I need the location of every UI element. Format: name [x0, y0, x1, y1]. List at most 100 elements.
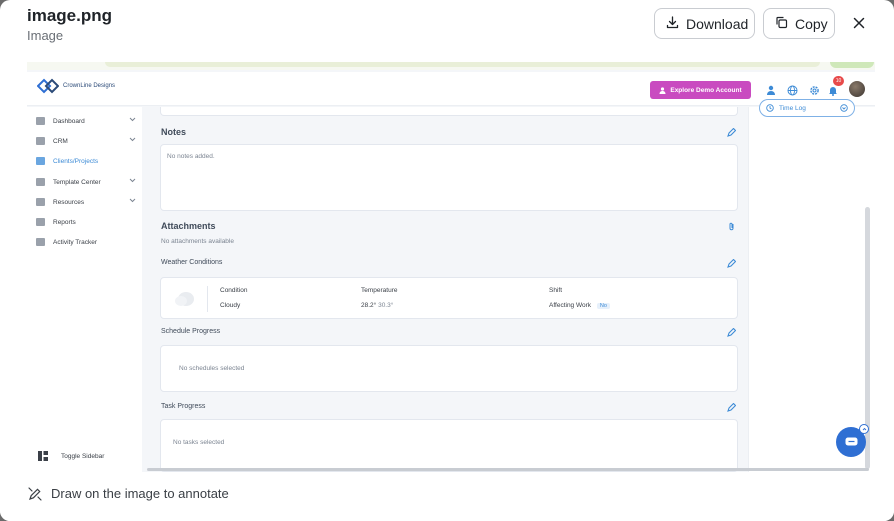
attachments-empty: No attachments available [161, 238, 234, 245]
temperature-label: Temperature [361, 287, 398, 294]
dashboard-icon [36, 117, 45, 125]
affecting-work-badge: No [596, 303, 610, 309]
previous-card [160, 107, 738, 116]
horizontal-scrollbar[interactable] [147, 468, 869, 471]
chevron-down-icon [129, 117, 136, 122]
sidebar-item-label: Resources [53, 198, 85, 206]
sidebar-item-label: Activity Tracker [53, 238, 98, 246]
sidebar-item-label: Dashboard [53, 117, 85, 125]
right-panel: Time Log [748, 99, 875, 472]
annotate-button[interactable]: Draw on the image to annotate [28, 486, 229, 501]
temperature-low: 30.3° [378, 302, 394, 309]
notification-badge: 10 [833, 76, 844, 86]
top-strip-bar-right [830, 62, 874, 68]
explore-demo-label: Explore Demo Account [670, 86, 742, 94]
file-name: image.png [27, 6, 113, 25]
affecting-work-label: Affecting Work [549, 302, 592, 309]
modal-header: image.png Image Download Copy [0, 0, 894, 62]
schedule-box[interactable]: No schedules selected [160, 345, 738, 392]
sidebar-item-crm[interactable]: CRM [36, 134, 136, 148]
sidebar-item-label: CRM [53, 137, 68, 145]
sidebar: Dashboard CRM Clients/Projects Template … [27, 107, 142, 472]
profile-icon[interactable] [765, 84, 777, 96]
user-icon [659, 86, 666, 94]
annotate-label: Draw on the image to annotate [51, 486, 229, 501]
task-progress-title: Task Progress [161, 403, 206, 410]
temperature-values: 28.2° 30.3° [361, 302, 393, 309]
weather-row: Condition Cloudy Temperature 28.2° 30.3°… [160, 277, 738, 319]
task-box[interactable]: No tasks selected [160, 419, 738, 472]
logo-icon [37, 78, 59, 94]
top-strip-bar [105, 62, 820, 67]
settings-icon[interactable] [808, 84, 820, 96]
sidebar-item-label: Reports [53, 218, 76, 226]
chat-icon [845, 437, 857, 445]
toggle-sidebar-button[interactable]: Toggle Sidebar [38, 451, 104, 461]
affecting-work: Affecting Work No [549, 302, 610, 309]
clock-icon [766, 104, 774, 112]
brand-logo[interactable]: CrownLine Designs [37, 78, 115, 94]
toggle-sidebar-label: Toggle Sidebar [61, 452, 105, 460]
chevron-circle-icon [840, 104, 848, 112]
sidebar-item-label: Clients/Projects [53, 157, 99, 165]
sidebar-item-dashboard[interactable]: Dashboard [36, 114, 136, 128]
edit-tasks-icon[interactable] [727, 403, 736, 412]
sidebar-item-label: Template Center [53, 178, 101, 186]
clients-icon [36, 157, 45, 165]
weather-title: Weather Conditions [161, 259, 223, 266]
reports-icon [36, 218, 45, 226]
weather-divider [207, 286, 208, 312]
sidebar-item-activity-tracker[interactable]: Activity Tracker [36, 235, 136, 249]
copy-button[interactable]: Copy [763, 8, 835, 39]
download-icon [666, 15, 679, 32]
app-topbar: CrownLine Designs Explore Demo Account 1… [27, 72, 875, 106]
download-label: Download [686, 15, 749, 32]
screenshot-image[interactable]: CrownLine Designs Explore Demo Account 1… [27, 62, 875, 472]
file-type: Image [27, 28, 64, 43]
edit-schedule-icon[interactable] [727, 328, 736, 337]
toggle-sidebar-icon [38, 451, 48, 461]
minimize-chat-icon[interactable] [859, 424, 869, 434]
copy-icon [775, 16, 788, 32]
resources-icon [36, 198, 45, 206]
condition-label: Condition [220, 287, 248, 294]
draw-icon [28, 486, 42, 501]
sidebar-item-reports[interactable]: Reports [36, 215, 136, 229]
paperclip-icon[interactable] [727, 222, 736, 231]
chevron-down-icon [129, 178, 136, 183]
notes-empty: No notes added. [167, 153, 215, 160]
schedule-title: Schedule Progress [161, 328, 221, 335]
copy-label: Copy [795, 15, 828, 32]
edit-notes-icon[interactable] [727, 128, 736, 137]
download-button[interactable]: Download [654, 8, 755, 39]
notes-box[interactable]: No notes added. [160, 144, 738, 211]
condition-value: Cloudy [220, 302, 241, 309]
edit-weather-icon[interactable] [727, 259, 736, 268]
sidebar-item-template-center[interactable]: Template Center [36, 175, 136, 189]
tasks-empty: No tasks selected [173, 439, 225, 446]
main-content: Notes No notes added. Attachments No att… [147, 107, 748, 472]
activity-icon [36, 238, 45, 246]
avatar[interactable] [849, 81, 865, 97]
crm-icon [36, 137, 45, 145]
image-preview-modal: image.png Image Download Copy CrownLine … [0, 0, 894, 521]
close-icon[interactable] [849, 13, 869, 33]
chevron-down-icon [129, 137, 136, 142]
time-log-button[interactable]: Time Log [759, 99, 855, 117]
schedule-empty: No schedules selected [179, 365, 245, 372]
globe-icon[interactable] [786, 84, 798, 96]
sidebar-item-resources[interactable]: Resources [36, 195, 136, 209]
shift-label: Shift [549, 287, 563, 294]
notes-title: Notes [161, 127, 187, 137]
temperature-high: 28.2° [361, 302, 377, 309]
sidebar-item-clients-projects[interactable]: Clients/Projects [36, 154, 136, 168]
template-icon [36, 178, 45, 186]
chat-button[interactable] [836, 424, 869, 457]
explore-demo-button[interactable]: Explore Demo Account [650, 81, 751, 99]
attachments-title: Attachments [161, 221, 216, 231]
brand-name: CrownLine Designs [63, 83, 116, 89]
time-log-label: Time Log [779, 104, 806, 112]
cloud-icon [175, 292, 194, 306]
chevron-down-icon [129, 198, 136, 203]
top-strip [27, 62, 875, 70]
